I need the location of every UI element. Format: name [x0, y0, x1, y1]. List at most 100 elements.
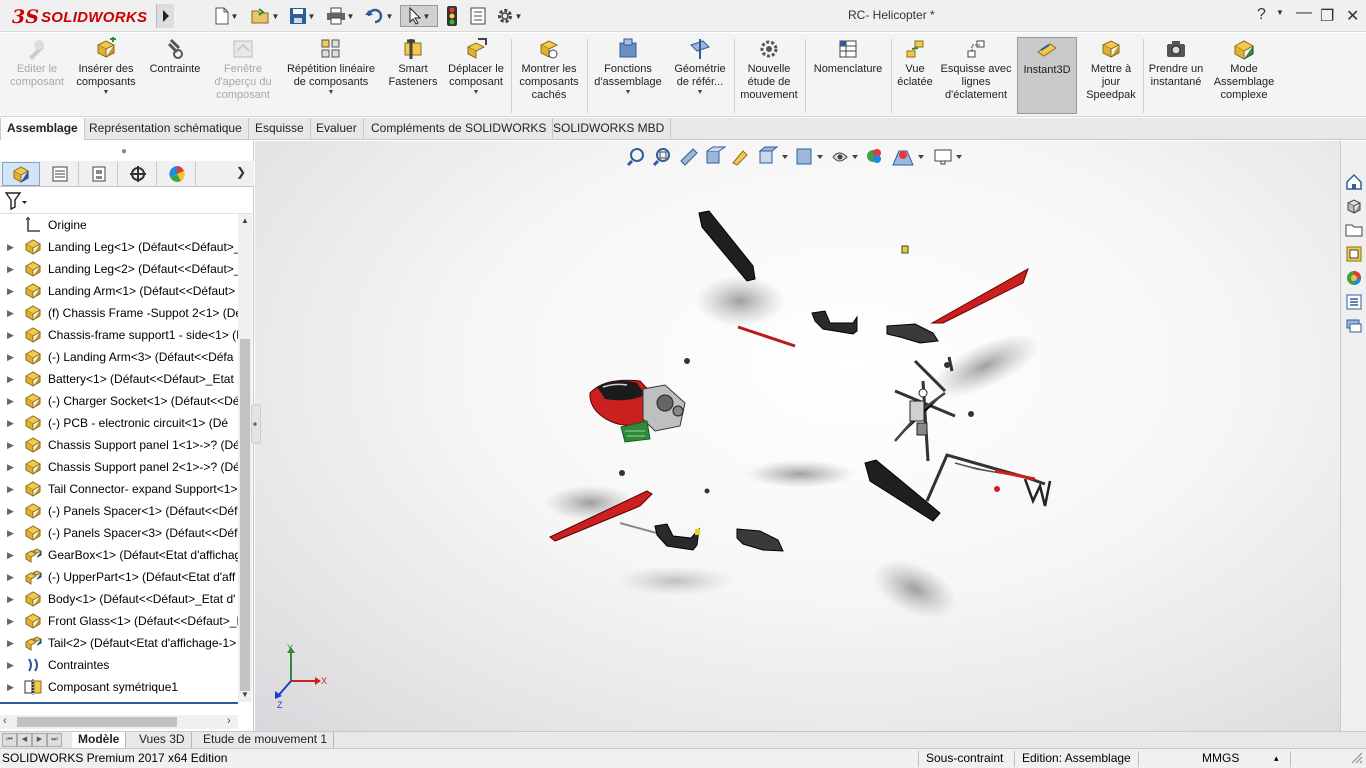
tree-item[interactable]: ▶ Composant symétrique1 [0, 676, 238, 698]
display-manager-tab[interactable] [158, 162, 196, 186]
tab-solidworks-mbd[interactable]: SOLIDWORKS MBD [547, 118, 672, 140]
tree-item[interactable]: ▶ (-) UpperPart<1> (Défaut<Etat d'aff [0, 566, 238, 588]
screw[interactable] [968, 411, 974, 417]
small-yellow-part[interactable] [695, 529, 700, 535]
help-caret[interactable]: ▼ [1276, 8, 1284, 17]
show-hidden-components-button[interactable]: Montrer les composants cachés [514, 37, 584, 115]
expand-arrow-icon[interactable]: ▶ [7, 412, 14, 434]
new-motion-study-button[interactable]: Nouvelle étude de mouvement [736, 37, 802, 115]
tab-vues-3d[interactable]: Vues 3D [133, 732, 192, 748]
helicopter-model[interactable]: Y X Z [255, 141, 1340, 731]
restore-button[interactable]: ❐ [1320, 6, 1334, 26]
select-button[interactable]: ▼ [400, 5, 438, 27]
tree-item[interactable]: ▶ Landing Leg<2> (Défaut<<Défaut>_ [0, 258, 238, 280]
scroll-left-arrow[interactable]: ‹ [3, 715, 7, 727]
reference-geometry-button[interactable]: Géométrie de référ... ▼ [668, 37, 732, 115]
view-palette-button[interactable] [1343, 243, 1365, 265]
expand-arrow-icon[interactable]: ▶ [7, 368, 14, 390]
file-explorer-button[interactable] [1343, 219, 1365, 241]
expand-arrow-icon[interactable]: ▶ [7, 588, 14, 610]
expand-arrow-icon[interactable]: ▶ [7, 456, 14, 478]
tree-item[interactable]: ▶ Chassis Support panel 1<1>->? (Déf [0, 434, 238, 456]
close-button[interactable]: ✕ [1346, 6, 1359, 26]
assembly-features-button[interactable]: Fonctions d'assemblage ▼ [590, 37, 666, 115]
design-library-button[interactable] [1343, 195, 1365, 217]
status-units[interactable]: MMGS [1202, 749, 1239, 768]
tree-item[interactable]: ▶ Tail<2> (Défaut<Etat d'affichage-1> [0, 632, 238, 654]
horizontal-scroll-thumb[interactable] [17, 717, 177, 727]
tree-item[interactable]: ▶ Front Glass<1> (Défaut<<Défaut>_E [0, 610, 238, 632]
tree-item[interactable]: Origine [0, 214, 238, 236]
tail-rod[interactable] [737, 325, 796, 348]
tail-boom[interactable] [925, 453, 1052, 507]
large-assembly-mode-button[interactable]: Mode Assemblage complexe [1208, 37, 1280, 115]
appearances-button[interactable] [1343, 267, 1365, 289]
tree-item[interactable]: ▶ Chassis-frame support1 - side<1> (I [0, 324, 238, 346]
tabs-right-arrow[interactable]: ❯ [236, 165, 246, 179]
expand-arrow-icon[interactable]: ▶ [7, 324, 14, 346]
expand-arrow-icon[interactable]: ▶ [7, 478, 14, 500]
scroll-down-arrow[interactable]: ▼ [241, 690, 249, 699]
landing-arm-2[interactable] [736, 528, 784, 552]
tree-item[interactable]: ▶ (-) Landing Arm<3> (Défaut<<Défa [0, 346, 238, 368]
tab-modele[interactable]: Modèle [72, 732, 127, 748]
assembly-features-caret[interactable]: ▼ [625, 89, 632, 97]
insert-components-button[interactable]: Insérer des composants ▼ [72, 37, 140, 115]
rotor-blade-red-top[interactable] [930, 267, 1029, 324]
tree-item[interactable]: ▶ GearBox<1> (Défaut<Etat d'affichag [0, 544, 238, 566]
expand-arrow-icon[interactable]: ▶ [7, 434, 14, 456]
tree-item[interactable]: ▶ Chassis Support panel 2<1>->? (Déf [0, 456, 238, 478]
screw[interactable] [704, 488, 710, 494]
tree-item[interactable]: ▶ Battery<1> (Défaut<<Défaut>_Etat [0, 368, 238, 390]
scroll-up-arrow[interactable]: ▲ [241, 216, 249, 225]
tab-evaluer[interactable]: Evaluer [310, 118, 364, 140]
minimize-button[interactable]: — [1296, 4, 1312, 22]
expand-arrow-icon[interactable]: ▶ [7, 632, 14, 654]
tab-esquisse[interactable]: Esquisse [249, 118, 311, 140]
mate-button[interactable]: Contrainte [142, 37, 208, 115]
expand-arrow-icon[interactable]: ▶ [7, 544, 14, 566]
tree-horizontal-scrollbar[interactable]: ‹ › [0, 715, 238, 729]
screw[interactable] [684, 358, 690, 364]
property-manager-tab[interactable] [41, 162, 79, 186]
tree-item[interactable]: ▶ Contraintes [0, 654, 238, 676]
expand-arrow-icon[interactable]: ▶ [7, 280, 14, 302]
expand-arrow-icon[interactable]: ▶ [7, 610, 14, 632]
tail-rod-bottom[interactable] [619, 522, 661, 535]
file-properties-button[interactable] [466, 5, 490, 27]
tree-item[interactable]: ▶ Landing Arm<1> (Défaut<<Défaut> [0, 280, 238, 302]
rebuild-button[interactable] [442, 5, 462, 27]
tab-assemblage[interactable]: Assemblage [0, 118, 85, 140]
undo-button[interactable]: ▼ [360, 5, 398, 27]
rotor-blade-black-top[interactable] [698, 210, 756, 282]
panel-collapse-handle[interactable]: ⦁ [251, 404, 261, 444]
graphics-area[interactable]: ⇤ ⇥ — ❐ ✕ [255, 141, 1340, 731]
tree-item[interactable]: ▶ (f) Chassis Frame -Suppot 2<1> (Dé [0, 302, 238, 324]
component-preview-window-button[interactable]: Fenêtre d'aperçu du composant [208, 37, 278, 115]
tree-vertical-scrollbar[interactable]: ▲ ▼ [238, 214, 252, 702]
next-tab-arrow[interactable]: ▶ [32, 733, 47, 747]
tree-item[interactable]: ▶ Tail Connector- expand Support<1> [0, 478, 238, 500]
prev-tab-arrow[interactable]: ◀ [17, 733, 32, 747]
last-tab-arrow[interactable]: ⏭ [47, 733, 62, 747]
expand-arrow-icon[interactable]: ▶ [7, 566, 14, 588]
tree-item[interactable]: ▶ (-) Panels Spacer<1> (Défaut<<Défa [0, 500, 238, 522]
solidworks-logo[interactable]: 3S SOLIDWORKS [12, 6, 147, 28]
small-yellow-part[interactable] [901, 245, 909, 254]
linear-pattern-caret[interactable]: ▼ [328, 89, 335, 97]
scroll-right-arrow[interactable]: › [227, 715, 231, 727]
bill-of-materials-button[interactable]: Nomenclature [808, 37, 888, 115]
filter-button[interactable] [4, 192, 27, 213]
expand-arrow-icon[interactable]: ▶ [7, 500, 14, 522]
vertical-scroll-thumb[interactable] [240, 339, 250, 691]
expand-arrow-icon[interactable]: ▶ [7, 676, 14, 698]
panel-grip[interactable]: ● [121, 146, 127, 157]
exploded-view-button[interactable]: Vue éclatée [894, 37, 936, 115]
dimxpert-tab[interactable] [119, 162, 157, 186]
tree-item[interactable]: ▶ (-) Charger Socket<1> (Défaut<<Dé [0, 390, 238, 412]
expand-arrow-icon[interactable]: ▶ [7, 654, 14, 676]
expand-arrow-icon[interactable]: ▶ [7, 522, 14, 544]
save-button[interactable]: ▼ [284, 5, 320, 27]
tab-representation-schematique[interactable]: Représentation schématique [83, 118, 249, 140]
insert-components-caret[interactable]: ▼ [103, 89, 110, 97]
